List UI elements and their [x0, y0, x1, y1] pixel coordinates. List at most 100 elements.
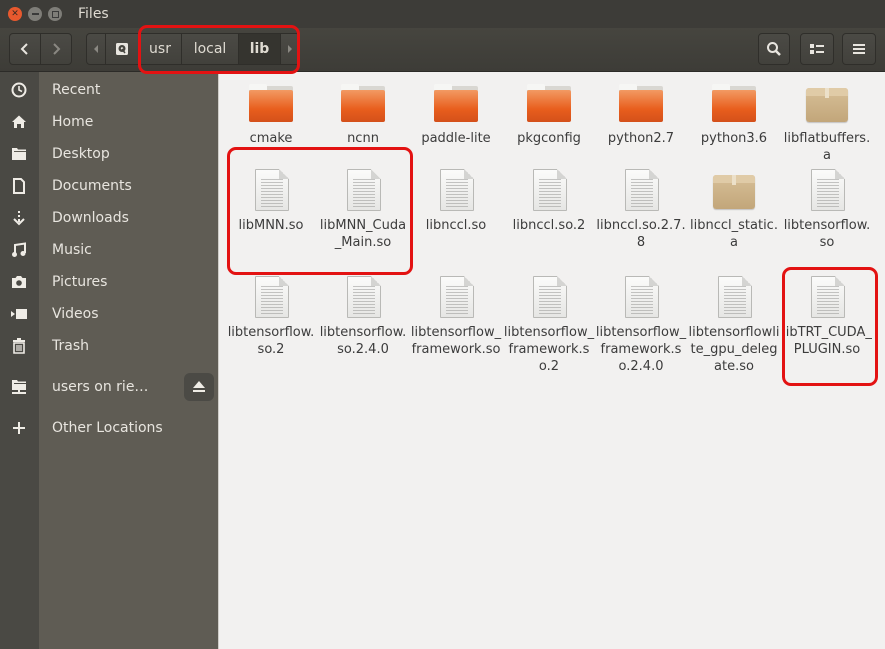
- back-button[interactable]: [9, 33, 41, 65]
- file-item[interactable]: libMNN.so: [225, 167, 317, 234]
- file-item[interactable]: libtensorfl​ow.so.2: [225, 274, 317, 358]
- file-name: libnccl.so.​2.7.8: [596, 218, 686, 250]
- breadcrumb-usr[interactable]: usr: [138, 33, 182, 65]
- sidebar-item-label: Other Locations: [52, 420, 163, 436]
- text-document-icon: [710, 274, 758, 322]
- text-document-icon: [803, 167, 851, 215]
- minimize-window-button[interactable]: [28, 7, 42, 21]
- path-scroll-left-button[interactable]: [86, 33, 106, 65]
- sidebar-item-trash[interactable]: Trash: [0, 331, 218, 361]
- folder-item[interactable]: cmake: [225, 80, 317, 147]
- camera-icon: [8, 271, 30, 293]
- folder-item[interactable]: ncnn: [317, 80, 409, 147]
- file-name: cmake: [249, 131, 293, 146]
- text-document-icon: [247, 274, 295, 322]
- sidebar-item-pictures[interactable]: Pictures: [0, 267, 218, 297]
- eject-icon: [193, 381, 205, 392]
- folder-item[interactable]: python3.6: [688, 80, 780, 147]
- folder-item[interactable]: paddle-lite: [410, 80, 502, 147]
- file-name: libtensorfl​owlite_​gpu_​delegate.so: [688, 325, 780, 374]
- eject-button[interactable]: [184, 373, 214, 401]
- download-icon: [8, 207, 30, 229]
- document-icon: [8, 175, 30, 197]
- chevron-left-icon: [20, 43, 28, 55]
- sidebar-item-home[interactable]: Home: [0, 107, 218, 137]
- file-item[interactable]: libnccl_​static.a: [688, 167, 780, 251]
- file-item[interactable]: libnccl.so.​2.7.8: [595, 167, 687, 251]
- sidebar-item-other-locations[interactable]: Other Locations: [0, 413, 218, 443]
- folder-icon: [247, 80, 295, 128]
- maximize-window-button[interactable]: [48, 7, 62, 21]
- view-mode-button[interactable]: [800, 33, 834, 65]
- text-document-icon: [803, 274, 851, 322]
- menu-button[interactable]: [842, 33, 876, 65]
- maximize-icon: [51, 10, 59, 18]
- sidebar-item-recent[interactable]: Recent: [0, 75, 218, 105]
- file-item[interactable]: libtensorfl​owlite_​gpu_​delegate.so: [688, 274, 780, 375]
- file-name: paddle-lite: [421, 131, 491, 146]
- breadcrumb-label: local: [193, 41, 227, 57]
- file-name: libtensorfl​ow_​framework.​so.2.4.0: [595, 325, 687, 374]
- breadcrumb-local[interactable]: local: [181, 33, 239, 65]
- trash-icon: [8, 335, 30, 357]
- file-name: python3.6: [700, 131, 768, 146]
- chevron-right-icon: [53, 43, 61, 55]
- search-button[interactable]: [758, 33, 790, 65]
- file-view: cmake ncnn paddle-lite pkgconfig python2.7 py…: [219, 72, 885, 649]
- file-item[interactable]: libMNN_​Cuda_Main.​so: [317, 167, 409, 251]
- folder-icon: [432, 80, 480, 128]
- text-document-icon: [617, 167, 665, 215]
- breadcrumb-label: usr: [149, 41, 171, 57]
- file-name: libMNN.so: [238, 218, 304, 233]
- folder-item[interactable]: pkgconfig: [503, 80, 595, 147]
- path-root-button[interactable]: [105, 33, 139, 65]
- toolbar: usr local lib: [0, 28, 885, 72]
- path-scroll-right-button[interactable]: [280, 33, 300, 65]
- minimize-icon: [31, 13, 39, 15]
- forward-button[interactable]: [40, 33, 72, 65]
- sidebar-item-label: Videos: [52, 306, 99, 322]
- plus-icon: [8, 417, 30, 439]
- text-document-icon: [432, 274, 480, 322]
- file-name: libtensorfl​ow_​framework.​so.2: [503, 325, 595, 374]
- sidebar-item-documents[interactable]: Documents: [0, 171, 218, 201]
- folder-icon: [8, 143, 30, 165]
- folder-item[interactable]: python2.7: [595, 80, 687, 147]
- video-icon: [8, 303, 30, 325]
- text-document-icon: [339, 167, 387, 215]
- sidebar-item-label: Desktop: [52, 146, 110, 162]
- sidebar-item-videos[interactable]: Videos: [0, 299, 218, 329]
- close-window-button[interactable]: ✕: [8, 7, 22, 21]
- folder-icon: [525, 80, 573, 128]
- file-item[interactable]: libtensorfl​ow.so.2.4.0: [317, 274, 409, 358]
- breadcrumb-lib[interactable]: lib: [238, 33, 281, 65]
- file-item[interactable]: libtensorfl​ow_​framework.​so.2: [503, 274, 595, 375]
- file-item[interactable]: libTRT_​CUDA_​PLUGIN.so: [781, 274, 873, 358]
- home-icon: [8, 111, 30, 133]
- triangle-right-icon: [288, 45, 292, 53]
- text-document-icon: [432, 167, 480, 215]
- archive-icon: [803, 80, 851, 128]
- sidebar-item-label: Music: [52, 242, 92, 258]
- sidebar-item-downloads[interactable]: Downloads: [0, 203, 218, 233]
- sidebar-item-label: users on rie…: [52, 379, 149, 395]
- folder-icon: [617, 80, 665, 128]
- sidebar-item-label: Home: [52, 114, 94, 130]
- sidebar: Recent Home Desktop Documents Downloads …: [0, 72, 218, 649]
- archive-icon: [710, 167, 758, 215]
- file-name: libtensorfl​ow.so.2.4.0: [319, 325, 407, 357]
- file-name: libnccl.so: [425, 218, 487, 233]
- file-item[interactable]: libnccl.so.2: [503, 167, 595, 234]
- sidebar-item-label: Recent: [52, 82, 101, 98]
- folder-icon: [710, 80, 758, 128]
- sidebar-item-desktop[interactable]: Desktop: [0, 139, 218, 169]
- file-item[interactable]: libtensorfl​ow_​framework.​so: [410, 274, 502, 358]
- file-item[interactable]: libtensorfl​ow.so: [781, 167, 873, 251]
- sidebar-item-music[interactable]: Music: [0, 235, 218, 265]
- file-item[interactable]: libflatbuffe​rs.a: [781, 80, 873, 164]
- text-document-icon: [339, 274, 387, 322]
- file-item[interactable]: libnccl.so: [410, 167, 502, 234]
- sidebar-item-label: Trash: [52, 338, 89, 354]
- title-bar: ✕ Files: [0, 0, 885, 28]
- file-item[interactable]: libtensorfl​ow_​framework.​so.2.4.0: [595, 274, 687, 375]
